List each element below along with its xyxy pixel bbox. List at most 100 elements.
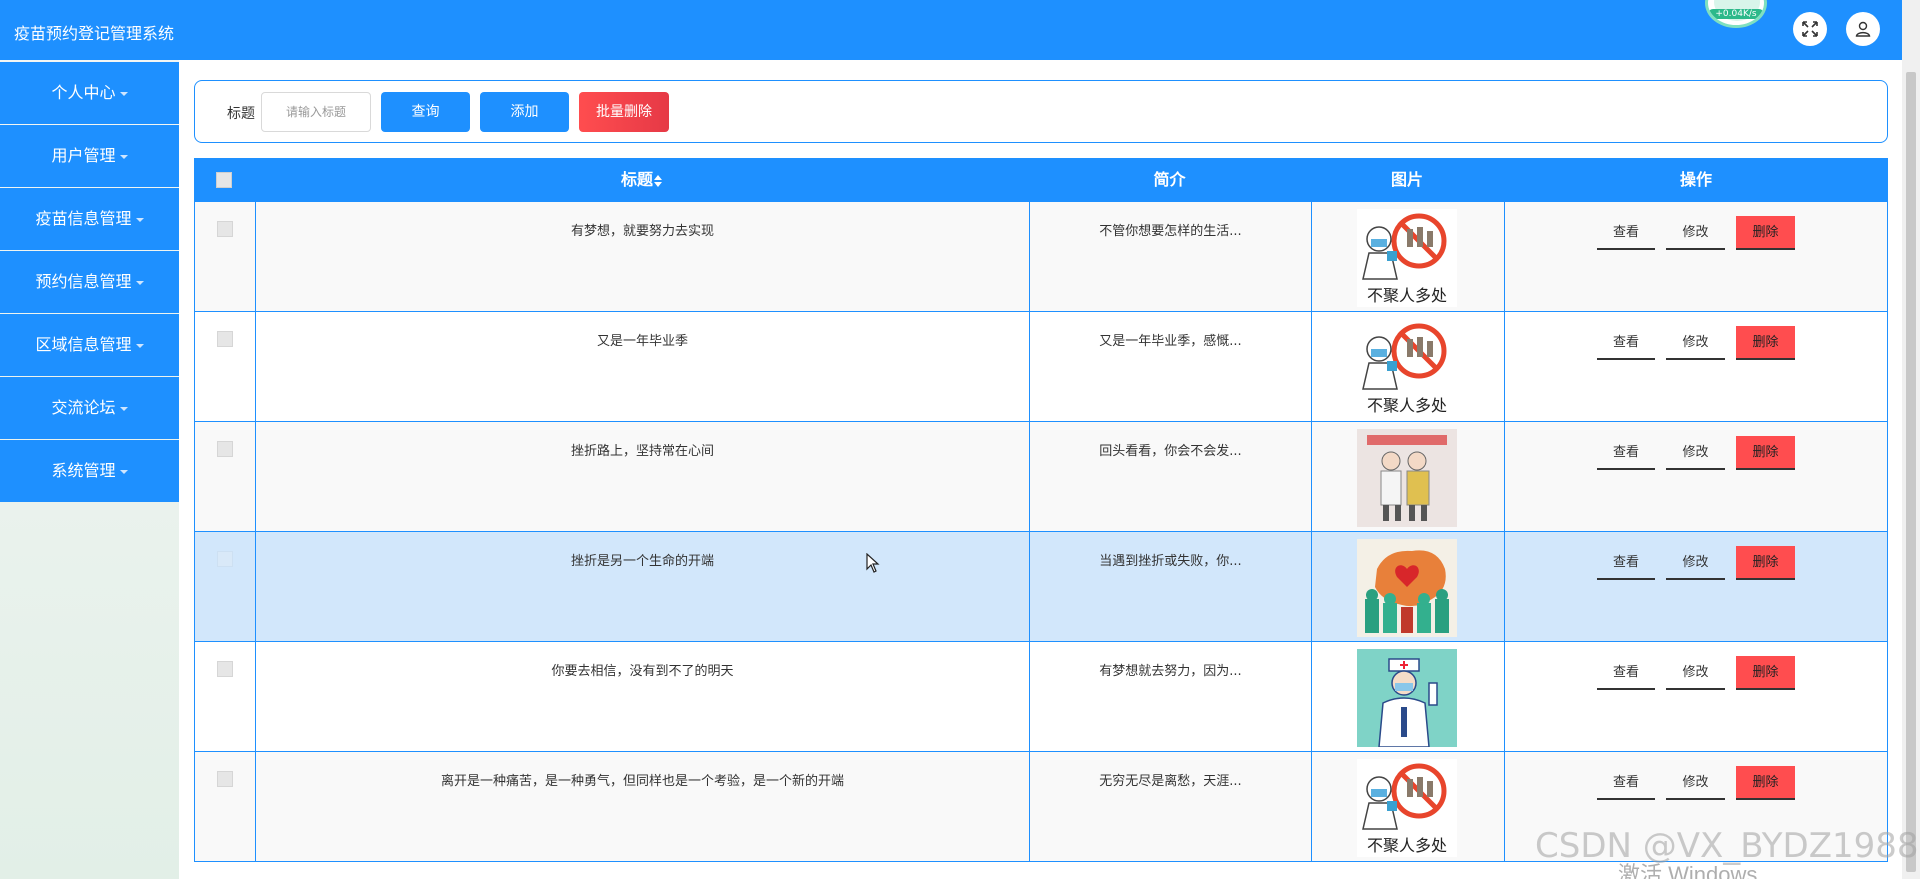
add-button[interactable]: 添加	[480, 92, 569, 132]
column-divider	[1311, 312, 1312, 422]
scrollbar-thumb[interactable]	[1906, 72, 1916, 872]
sidebar-item-personal-center[interactable]: 个人中心	[0, 62, 179, 124]
delete-button[interactable]: 删除	[1736, 766, 1795, 800]
batch-delete-button[interactable]: 批量删除	[579, 92, 669, 132]
mouse-cursor-icon	[866, 553, 880, 573]
edit-button[interactable]: 修改	[1666, 216, 1725, 250]
row-checkbox[interactable]	[217, 221, 233, 237]
svg-text:不聚人多处: 不聚人多处	[1367, 286, 1447, 305]
caret-down-icon	[119, 469, 128, 474]
sidebar-item-appointment-management[interactable]: 预约信息管理	[0, 251, 179, 313]
sidebar-item-label: 预约信息管理	[35, 272, 132, 291]
row-checkbox[interactable]	[217, 771, 233, 787]
edit-button[interactable]: 修改	[1666, 766, 1725, 800]
column-divider	[1311, 752, 1312, 862]
column-divider	[255, 752, 256, 862]
edit-button[interactable]: 修改	[1666, 326, 1725, 360]
table-row[interactable]: 你要去相信，没有到不了的明天 有梦想就去努力，因为... 查看 修改 删除	[194, 642, 1888, 752]
row-checkbox[interactable]	[217, 331, 233, 347]
sidebar-item-system-management[interactable]: 系统管理	[0, 440, 179, 502]
delete-button[interactable]: 删除	[1736, 436, 1795, 470]
svg-text:不聚人多处: 不聚人多处	[1367, 836, 1447, 855]
no-gathering-poster-image[interactable]: 不聚人多处	[1357, 209, 1457, 307]
sidebar-item-label: 用户管理	[51, 146, 116, 165]
sidebar: 个人中心 用户管理 疫苗信息管理 预约信息管理 区域信息管理 交流论坛 系统管理	[0, 60, 179, 879]
sort-icon[interactable]	[654, 174, 662, 187]
view-button[interactable]: 查看	[1597, 216, 1655, 250]
column-divider	[1504, 532, 1505, 642]
column-divider	[1504, 752, 1505, 862]
table-row[interactable]: 又是一年毕业季 又是一年毕业季，感慨... 不聚人多处 查看 修改 删除	[194, 312, 1888, 422]
windows-activation-notice: 激活 Windows	[1618, 862, 1758, 879]
search-button[interactable]: 查询	[381, 92, 470, 132]
row-intro: 当遇到挫折或失败，你...	[1099, 554, 1242, 569]
fullscreen-button[interactable]	[1793, 12, 1827, 46]
table-header: 标题 简介 图片 操作	[194, 158, 1888, 202]
sidebar-item-label: 区域信息管理	[35, 335, 132, 354]
column-divider	[1029, 642, 1030, 752]
column-divider	[1029, 202, 1030, 312]
row-title: 挫折路上，坚持常在心间	[570, 444, 714, 459]
app-title: 疫苗预约登记管理系统	[14, 24, 175, 43]
row-intro: 不管你想要怎样的生活...	[1099, 224, 1242, 239]
column-divider	[1029, 752, 1030, 862]
edit-button[interactable]: 修改	[1666, 546, 1725, 580]
network-speed-widget[interactable]: +0.04K/s	[1705, 0, 1767, 28]
china-map-heart-poster-image[interactable]	[1357, 539, 1457, 637]
column-divider	[1311, 642, 1312, 752]
column-divider	[255, 422, 256, 532]
row-title: 挫折是另一个生命的开端	[570, 554, 714, 569]
column-divider	[1029, 532, 1030, 642]
delete-button[interactable]: 删除	[1736, 326, 1795, 360]
column-divider	[255, 202, 256, 312]
sidebar-item-user-management[interactable]: 用户管理	[0, 125, 179, 187]
page-scrollbar[interactable]	[1902, 0, 1920, 879]
row-checkbox[interactable]	[217, 661, 233, 677]
caret-down-icon	[119, 154, 128, 159]
sidebar-item-label: 系统管理	[51, 461, 116, 480]
medical-workers-drawing-image[interactable]	[1357, 429, 1457, 527]
column-divider	[255, 642, 256, 752]
sidebar-item-label: 个人中心	[51, 83, 116, 102]
caret-down-icon	[119, 91, 128, 96]
svg-text:不聚人多处: 不聚人多处	[1367, 396, 1447, 415]
caret-down-icon	[135, 280, 144, 285]
row-checkbox[interactable]	[217, 551, 233, 567]
row-title: 你要去相信，没有到不了的明天	[551, 664, 734, 679]
sidebar-item-forum[interactable]: 交流论坛	[0, 377, 179, 439]
no-gathering-poster-image[interactable]: 不聚人多处	[1357, 759, 1457, 857]
column-divider	[1311, 202, 1312, 312]
view-button[interactable]: 查看	[1597, 436, 1655, 470]
edit-button[interactable]: 修改	[1666, 436, 1725, 470]
table-row[interactable]: 有梦想，就要努力去实现 不管你想要怎样的生活... 不聚人多处 查看 修改 删除	[194, 202, 1888, 312]
column-header-title[interactable]: 标题	[255, 158, 1028, 202]
column-divider	[1029, 312, 1030, 422]
title-search-input[interactable]: 请输入标题	[261, 92, 371, 132]
view-button[interactable]: 查看	[1597, 766, 1655, 800]
select-all-checkbox[interactable]	[216, 172, 232, 188]
caret-down-icon	[135, 343, 144, 348]
column-divider	[1311, 532, 1312, 642]
sidebar-item-vaccine-management[interactable]: 疫苗信息管理	[0, 188, 179, 250]
sidebar-item-region-management[interactable]: 区域信息管理	[0, 314, 179, 376]
row-title: 又是一年毕业季	[596, 334, 688, 349]
column-header-image: 图片	[1390, 170, 1423, 189]
caret-down-icon	[135, 217, 144, 222]
view-button[interactable]: 查看	[1597, 656, 1655, 690]
column-title-label: 标题	[620, 170, 653, 189]
row-checkbox[interactable]	[217, 441, 233, 457]
delete-button[interactable]: 删除	[1736, 216, 1795, 250]
edit-button[interactable]: 修改	[1666, 656, 1725, 690]
table-row[interactable]: 挫折路上，坚持常在心间 回头看看，你会不会发... 查看 修改 删除	[194, 422, 1888, 532]
user-button[interactable]	[1846, 12, 1880, 46]
view-button[interactable]: 查看	[1597, 326, 1655, 360]
row-intro: 无穷无尽是离愁，天涯...	[1099, 774, 1242, 789]
row-intro: 又是一年毕业季，感慨...	[1099, 334, 1242, 349]
nurse-illustration-image[interactable]	[1357, 649, 1457, 747]
view-button[interactable]: 查看	[1597, 546, 1655, 580]
table-row[interactable]: 挫折是另一个生命的开端 当遇到挫折或失败，你... 查看 修改 删除	[194, 532, 1888, 642]
caret-down-icon	[119, 406, 128, 411]
delete-button[interactable]: 删除	[1736, 656, 1795, 690]
no-gathering-poster-image[interactable]: 不聚人多处	[1357, 319, 1457, 417]
delete-button[interactable]: 删除	[1736, 546, 1795, 580]
